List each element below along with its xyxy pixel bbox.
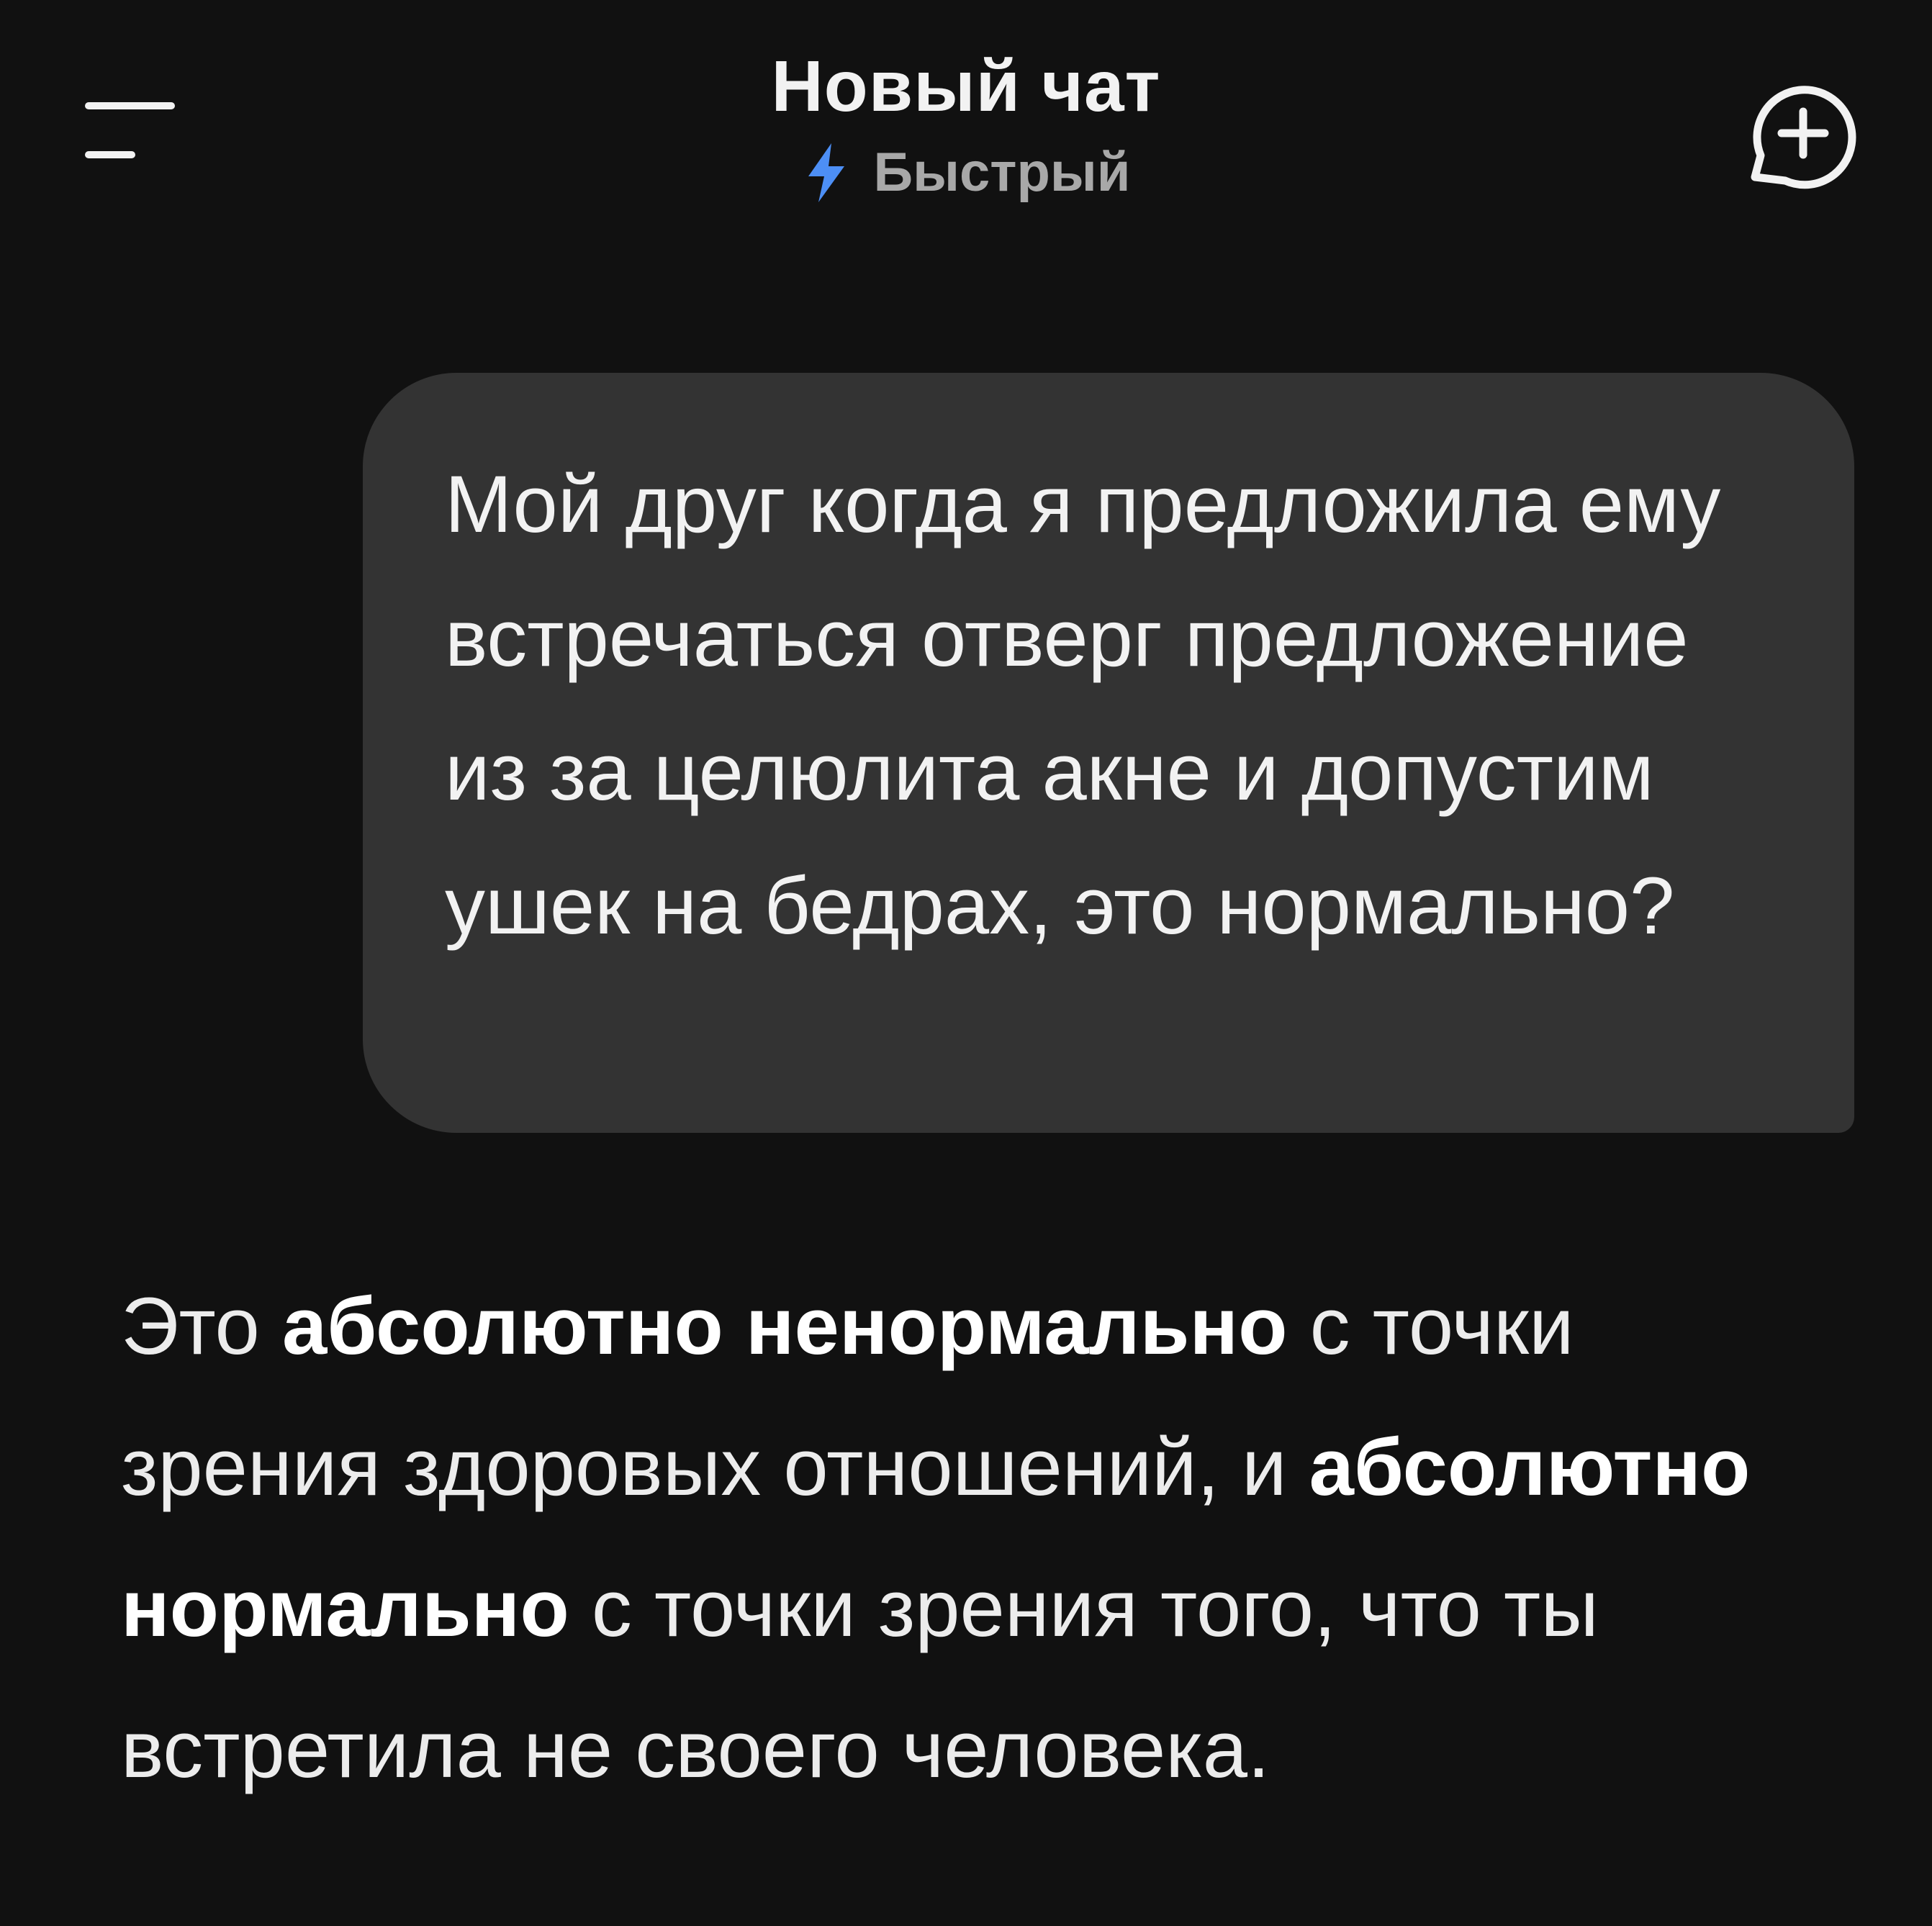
assistant-text-part: Это bbox=[121, 1281, 282, 1371]
user-message-text: Мой друг когда я предложила ему встречат… bbox=[445, 459, 1721, 951]
new-chat-button[interactable] bbox=[1742, 72, 1864, 194]
user-message-bubble: Мой друг когда я предложила ему встречат… bbox=[363, 373, 1854, 1133]
assistant-message-text: Это абсолютно ненормально с точки зрения… bbox=[121, 1256, 1849, 1820]
assistant-message: Это абсолютно ненормально с точки зрения… bbox=[121, 1256, 1849, 1820]
top-bar: Новый чат Быстрый bbox=[0, 0, 1932, 259]
lightning-bolt-icon bbox=[808, 143, 845, 202]
chat-title-block: Новый чат Быстрый bbox=[0, 43, 1932, 209]
new-chat-plus-icon bbox=[1751, 86, 1856, 189]
assistant-bold-phrase: абсолютно ненормально bbox=[281, 1281, 1288, 1371]
mode-selector[interactable]: Быстрый bbox=[801, 140, 1131, 205]
mode-label: Быстрый bbox=[873, 142, 1131, 203]
chat-title: Новый чат bbox=[771, 46, 1161, 127]
